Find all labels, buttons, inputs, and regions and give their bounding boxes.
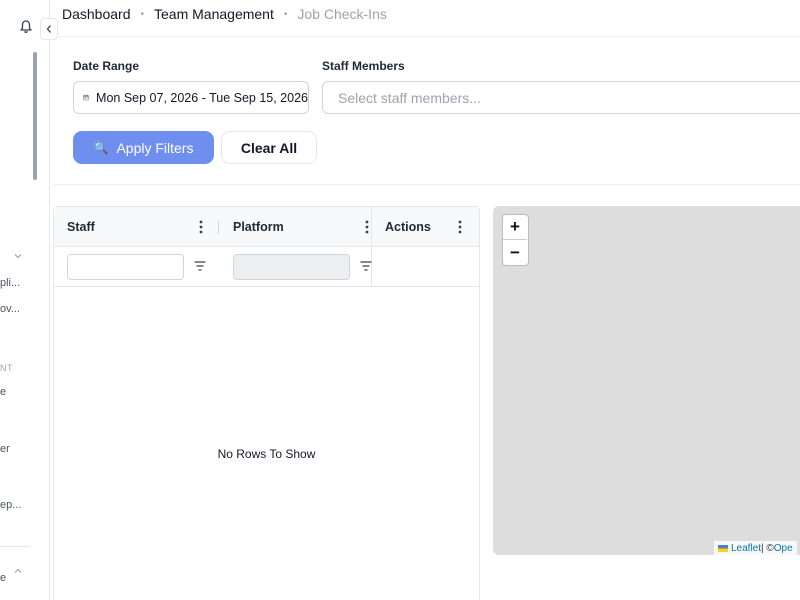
calendar-icon: [83, 94, 89, 101]
zoom-out-button[interactable]: −: [503, 240, 527, 265]
staff-filter-input[interactable]: [67, 254, 184, 280]
sidebar: pli... ov... NT e er ep... e: [0, 0, 50, 600]
breadcrumb-dashboard[interactable]: Dashboard: [62, 6, 131, 22]
floating-filter-row: [54, 247, 479, 287]
bell-icon[interactable]: [18, 19, 34, 35]
sidebar-section-label: NT: [0, 363, 13, 373]
chevron-left-icon: [46, 25, 51, 33]
breadcrumb-team-management[interactable]: Team Management: [154, 6, 274, 22]
date-range-input[interactable]: Mon Sep 07, 2026 - Tue Sep 15, 2026: [73, 81, 309, 114]
staff-members-select[interactable]: Select staff members...: [322, 81, 800, 114]
zoom-in-button[interactable]: +: [503, 215, 527, 240]
platform-filter-input: [233, 254, 350, 280]
sidebar-item-partial-3[interactable]: e: [0, 386, 6, 398]
sidebar-item-partial-5[interactable]: ep...: [0, 499, 21, 511]
breadcrumb-separator: •: [140, 8, 145, 20]
sidebar-item-partial-4[interactable]: er: [0, 443, 10, 455]
sidebar-collapse-button[interactable]: [40, 18, 58, 40]
breadcrumb: Dashboard • Team Management • Job Check-…: [62, 4, 387, 24]
column-header-platform[interactable]: Platform: [233, 207, 284, 247]
apply-filters-label: Apply Filters: [116, 139, 194, 156]
app-root: pli... ov... NT e er ep... e Dashboard •…: [0, 0, 800, 600]
clear-all-label: Clear All: [240, 139, 298, 156]
column-menu-icon[interactable]: [458, 220, 462, 234]
grid-header: Staff Platform Actions: [54, 207, 479, 247]
leaflet-link[interactable]: Leaflet: [731, 543, 761, 554]
date-range-value: Mon Sep 07, 2026 - Tue Sep 15, 2026: [96, 90, 308, 105]
zoom-control: + −: [502, 214, 529, 266]
no-rows-message: No Rows To Show: [217, 447, 316, 461]
column-menu-icon[interactable]: [199, 220, 203, 234]
staff-members-placeholder: Select staff members...: [338, 89, 481, 106]
ukraine-flag-icon: [718, 544, 728, 552]
sidebar-scrollbar[interactable]: [33, 52, 37, 180]
breadcrumb-current: Job Check-Ins: [297, 6, 387, 22]
column-resize-handle[interactable]: [218, 221, 219, 234]
sidebar-item-partial-1[interactable]: pli...: [0, 277, 20, 289]
breadcrumb-separator: •: [283, 8, 288, 20]
sidebar-item-partial-2[interactable]: ov...: [0, 303, 20, 315]
filter-icon[interactable]: [360, 261, 372, 271]
map-attribution: Leaflet | © Ope: [714, 541, 797, 555]
column-header-staff[interactable]: Staff: [67, 207, 95, 247]
column-header-actions[interactable]: Actions: [385, 207, 431, 247]
date-range-label: Date Range: [73, 59, 140, 73]
map[interactable]: + − Leaflet | © Ope: [493, 206, 800, 555]
filter-icon[interactable]: [194, 261, 206, 271]
clear-all-button[interactable]: Clear All: [221, 131, 317, 164]
openstreetmap-link[interactable]: Ope: [774, 543, 793, 554]
sidebar-divider: [0, 546, 30, 547]
attribution-separator: | ©: [761, 542, 774, 554]
sidebar-footer-item[interactable]: e: [0, 572, 6, 584]
column-menu-icon[interactable]: [365, 220, 369, 234]
search-icon: 🔍: [93, 140, 109, 155]
chevron-down-icon[interactable]: [13, 251, 23, 261]
checkins-grid: Staff Platform Actions No Rows To Show: [53, 206, 480, 600]
apply-filters-button[interactable]: 🔍 Apply Filters: [73, 131, 214, 164]
chevron-up-icon[interactable]: [13, 566, 23, 576]
staff-members-label: Staff Members: [322, 59, 405, 73]
